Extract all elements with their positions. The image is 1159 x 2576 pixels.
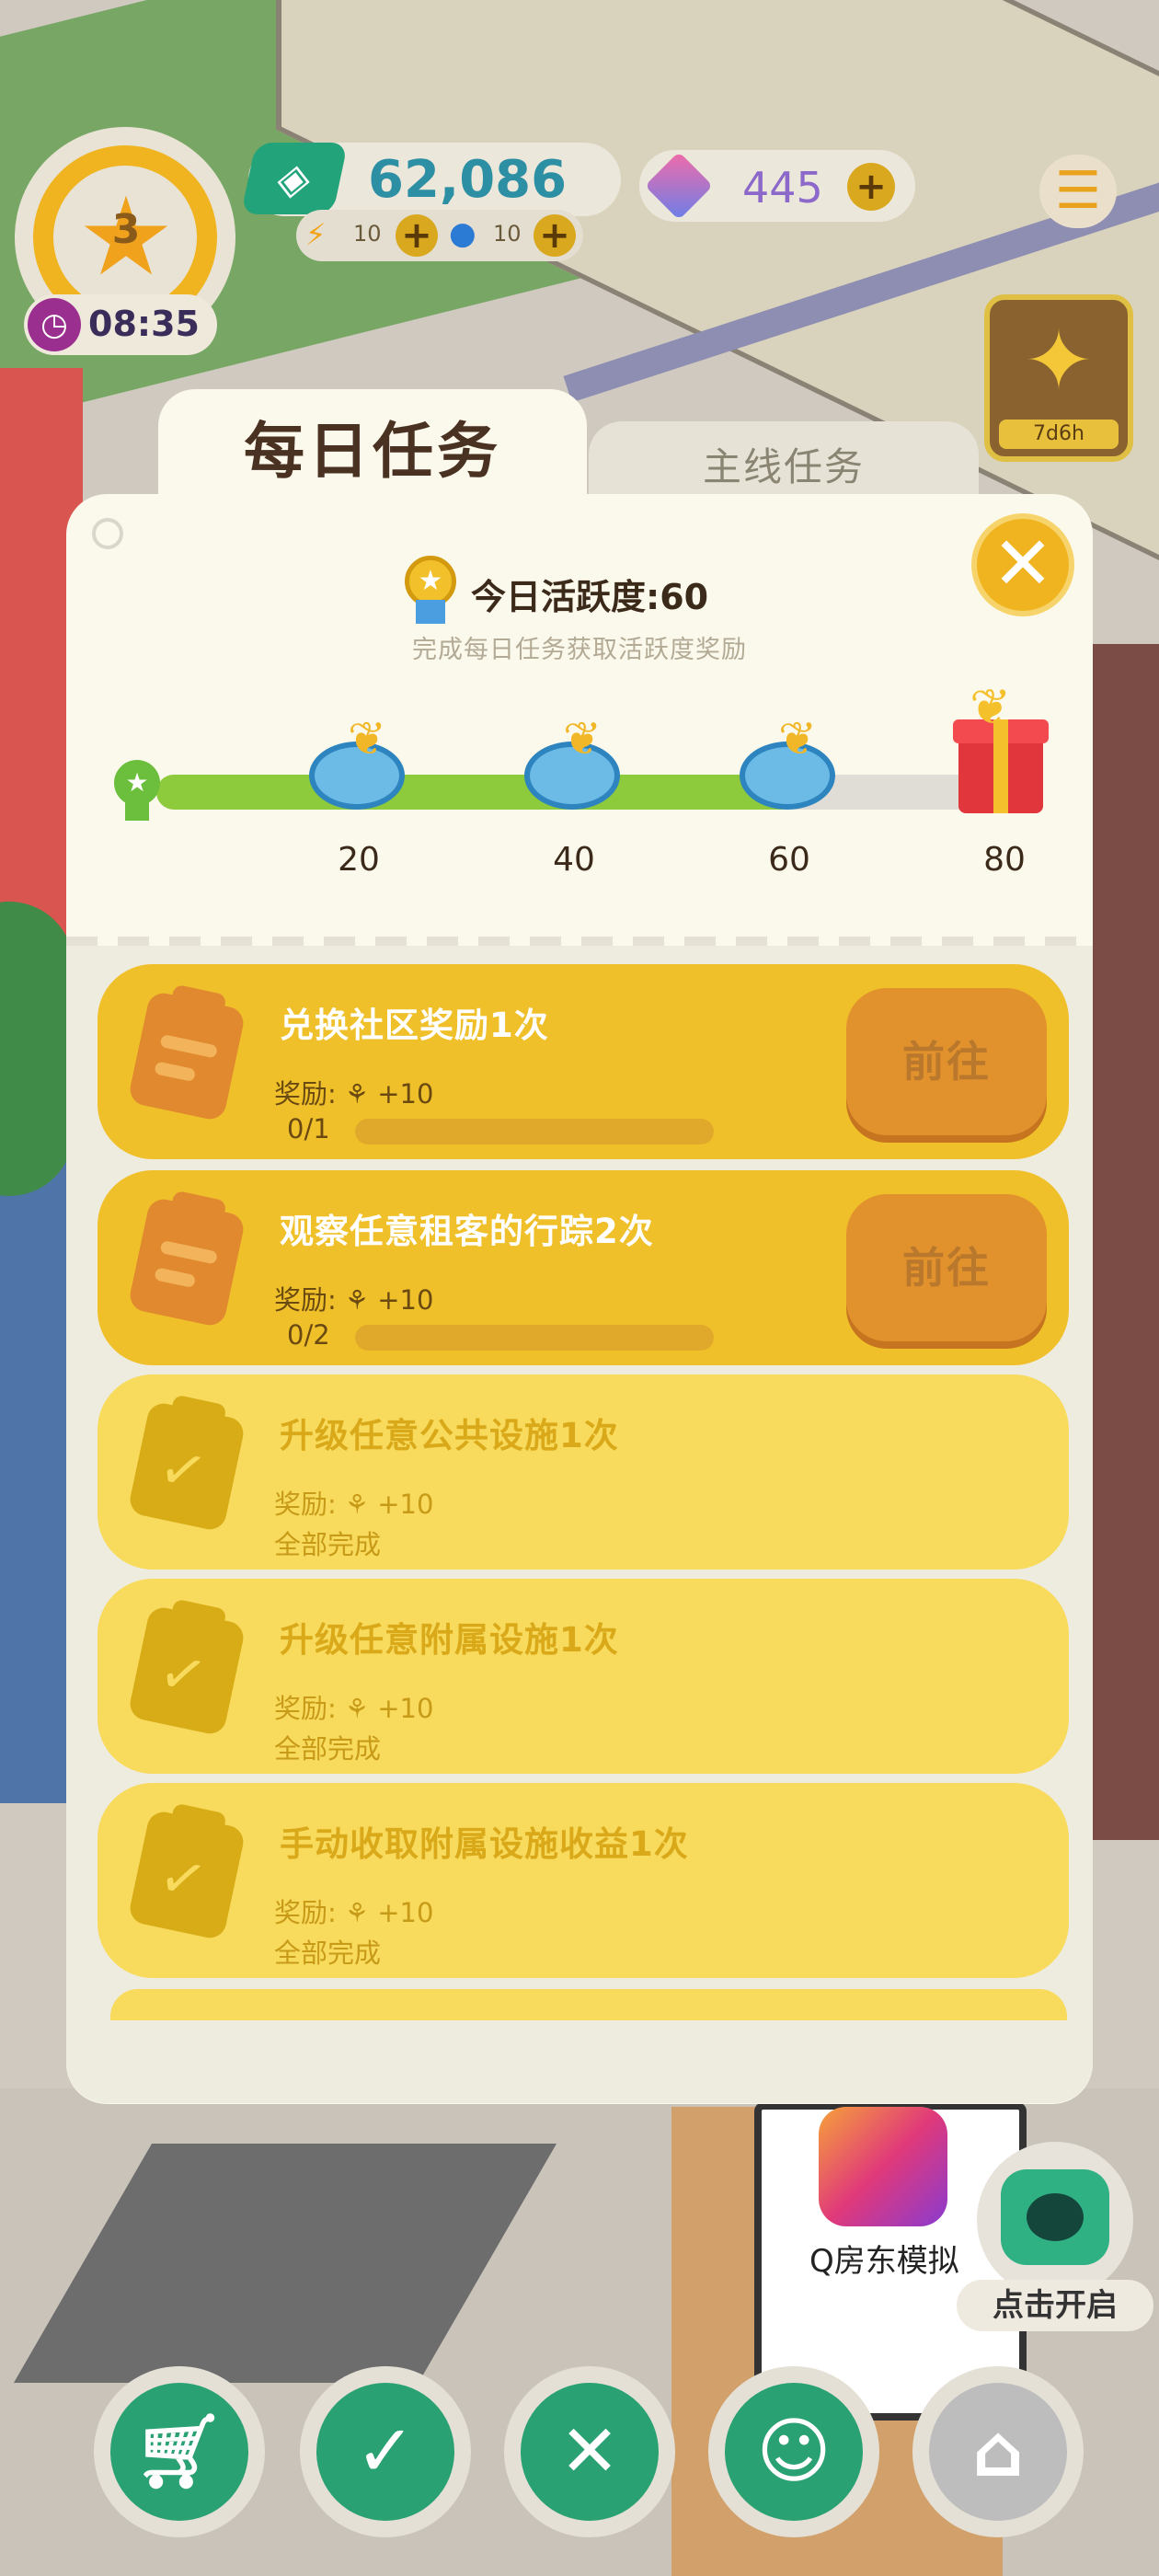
money-value: 62,086 [368, 150, 568, 210]
task-title: 观察任意租客的行踪2次 [280, 1212, 654, 1251]
reward-chest-40[interactable]: ❦ [524, 716, 620, 810]
task-card: 观察任意租客的行踪2次 奖励: ⚘ +10 0/2 前往 [98, 1170, 1069, 1365]
money-counter[interactable]: ◈ 62,086 [240, 143, 621, 216]
activity-subtitle: 完成每日任务获取活跃度奖励 [412, 636, 747, 664]
task-progress-bar [355, 1119, 714, 1144]
tree [0, 902, 74, 1196]
task-reward: 奖励: ⚘ +10 [274, 1078, 434, 1110]
tv-ad-label[interactable]: 点击开启 [957, 2280, 1153, 2331]
event-emblem-icon: ✦ [1024, 313, 1094, 409]
task-card-partial [110, 1989, 1067, 2020]
nav-shop-button[interactable]: 🛒︎ [94, 2366, 265, 2537]
timer-pill: ◷ 08:35 [24, 294, 217, 355]
bow-icon: ❦ [348, 712, 386, 765]
tv-icon [1001, 2169, 1109, 2265]
task-progress-text: 0/2 [287, 1319, 330, 1351]
task-status: 全部完成 [274, 1938, 382, 1969]
level-number: 3 [111, 206, 141, 253]
nav-home-locked-button[interactable]: ⌂ [912, 2366, 1084, 2537]
gem-value: 445 [742, 163, 823, 213]
event-button[interactable]: ✦ 7d6h [984, 294, 1133, 462]
reward-chest-60[interactable]: ❦ [740, 716, 835, 810]
task-status: 全部完成 [274, 1529, 382, 1560]
task-reward: 奖励: ⚘ +10 [274, 1284, 434, 1316]
go-button-label: 前往 [902, 1243, 991, 1293]
billboard-text: Q房东模拟 [809, 2243, 959, 2280]
tab-daily-label: 每日任务 [244, 416, 501, 487]
go-button[interactable]: 前往 [846, 1194, 1047, 1341]
task-card: ✓ 手动收取附属设施收益1次 奖励: ⚘ +10 全部完成 [98, 1783, 1069, 1978]
clipboard-check-icon: ✓ [316, 2383, 454, 2521]
task-reward: 奖励: ⚘ +10 [274, 1693, 434, 1724]
event-timer: 7d6h [999, 420, 1119, 449]
gift-box-80[interactable]: ❦ [953, 683, 1049, 813]
task-reward: 奖励: ⚘ +10 [274, 1897, 434, 1928]
activity-progress-fill [156, 775, 798, 810]
camera-logo-icon [819, 2107, 947, 2226]
go-button[interactable]: 前往 [846, 988, 1047, 1135]
task-title: 升级任意附属设施1次 [280, 1620, 619, 1660]
milestone-label-40: 40 [553, 841, 595, 879]
milestone-label-80: 80 [983, 841, 1026, 879]
task-title: 兑换社区奖励1次 [280, 1006, 549, 1045]
task-reward: 奖励: ⚘ +10 [274, 1489, 434, 1520]
task-card: ✓ 升级任意附属设施1次 奖励: ⚘ +10 全部完成 [98, 1579, 1069, 1774]
close-button[interactable]: ✕ [971, 513, 1074, 616]
task-check-icon: ✓ [127, 1400, 247, 1533]
add-water-button[interactable]: + [534, 214, 576, 257]
dashed-divider [66, 937, 1093, 946]
task-title: 手动收取附属设施收益1次 [280, 1824, 689, 1864]
nav-social-button[interactable]: ☺ [708, 2366, 879, 2537]
gem-icon [644, 151, 714, 221]
task-note-icon [127, 990, 247, 1122]
resource-bar: ⚡ 10 + ● 10 + [296, 210, 583, 261]
gift-bow-icon: ❦ [970, 678, 1012, 736]
add-lightning-button[interactable]: + [396, 214, 438, 257]
gem-counter[interactable]: 445 + [639, 150, 915, 222]
lightning-value: 10 [353, 221, 382, 247]
water-drop-icon: ● [449, 215, 476, 252]
no-ads-icon [92, 518, 123, 549]
task-card: 兑换社区奖励1次 奖励: ⚘ +10 0/1 前往 [98, 964, 1069, 1159]
reward-chest-20[interactable]: ❦ [309, 716, 405, 810]
tools-icon: ✕ [521, 2383, 659, 2521]
cash-icon: ◈ [240, 143, 349, 214]
task-progress-text: 0/1 [287, 1113, 330, 1144]
clock-icon: ◷ [28, 298, 81, 351]
bow-icon: ❦ [778, 712, 817, 765]
activity-title: 今日活跃度:60 [471, 577, 709, 617]
task-status: 全部完成 [274, 1733, 382, 1765]
cart-icon: 🛒︎ [110, 2383, 248, 2521]
water-value: 10 [493, 221, 522, 247]
task-card: ✓ 升级任意公共设施1次 奖励: ⚘ +10 全部完成 [98, 1374, 1069, 1570]
bow-icon: ❦ [563, 712, 602, 765]
menu-button[interactable]: ☰ [1039, 155, 1117, 228]
nav-tasks-button[interactable]: ✓ [300, 2366, 471, 2537]
smiley-icon: ☺ [725, 2383, 863, 2521]
task-progress-bar [355, 1325, 714, 1351]
task-title: 升级任意公共设施1次 [280, 1416, 619, 1455]
add-gem-button[interactable]: + [847, 163, 895, 211]
milestone-label-20: 20 [338, 841, 380, 879]
start-badge-icon: ★ [114, 760, 160, 821]
locked-house-icon: ⌂ [929, 2383, 1067, 2521]
task-check-icon: ✓ [127, 1809, 247, 1941]
lightning-icon: ⚡ [305, 217, 327, 252]
timer-text: 08:35 [88, 304, 200, 344]
go-button-label: 前往 [902, 1037, 991, 1087]
tv-ad-button[interactable] [977, 2142, 1133, 2298]
nav-build-button[interactable]: ✕ [504, 2366, 675, 2537]
task-check-icon: ✓ [127, 1604, 247, 1737]
milestone-label-60: 60 [768, 841, 810, 879]
tab-main-label: 主线任务 [702, 444, 865, 489]
medal-ribbon [416, 600, 445, 624]
room-right [1085, 644, 1159, 1840]
task-note-icon [127, 1196, 247, 1328]
